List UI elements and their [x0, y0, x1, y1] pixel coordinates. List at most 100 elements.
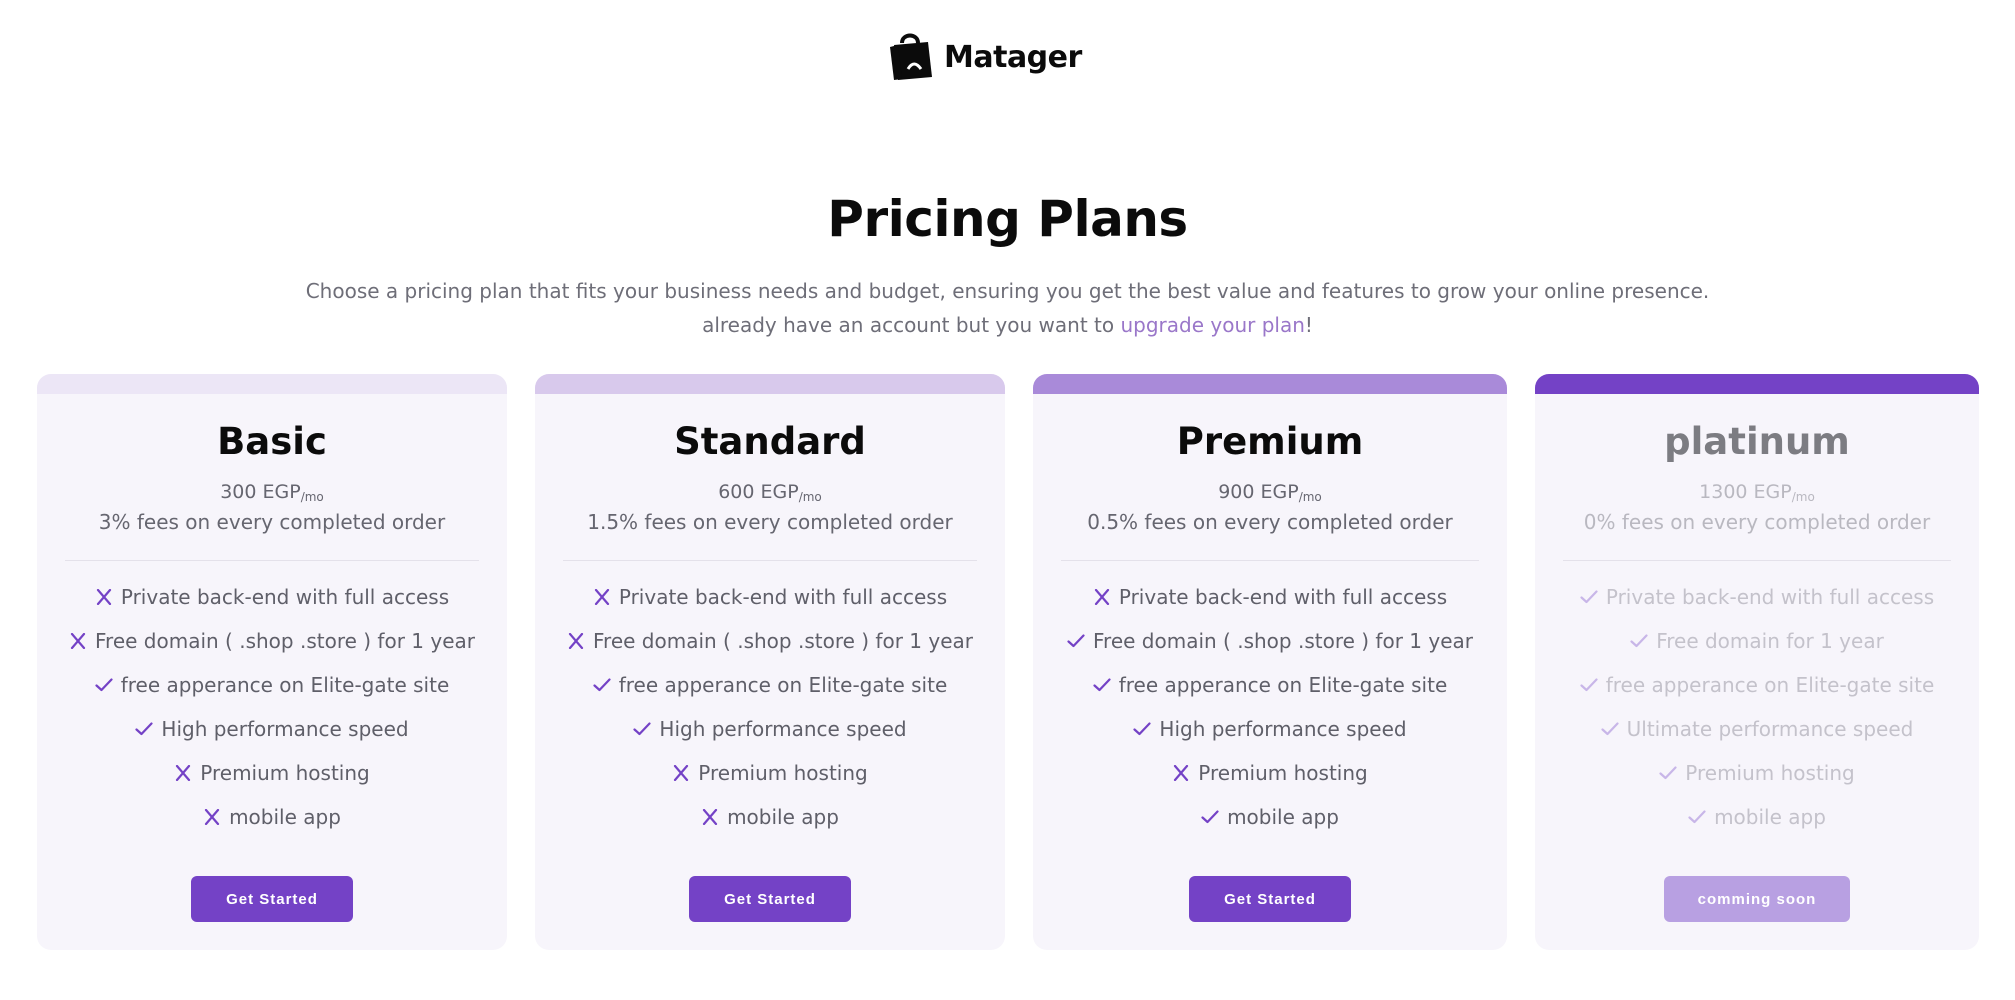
feature-item: High performance speed — [37, 707, 507, 751]
x-icon — [95, 588, 113, 606]
plan-name: Standard — [674, 420, 866, 463]
check-icon — [135, 720, 154, 738]
plan-card-band — [535, 374, 1005, 394]
plan-divider — [563, 560, 977, 561]
subtitle-line-2: already have an account but you want to … — [0, 308, 2015, 342]
plan-price-period: /mo — [300, 490, 324, 504]
feature-text: High performance speed — [659, 717, 907, 741]
feature-item: mobile app — [37, 795, 507, 839]
feature-text: Premium hosting — [200, 761, 370, 785]
check-icon — [1659, 764, 1677, 782]
plan-price-amount: 900 EGP — [1218, 481, 1299, 503]
feature-text: Premium hosting — [1198, 761, 1368, 785]
plan-card-standard: Standard 600 EGP/mo 1.5% fees on every c… — [535, 374, 1005, 950]
feature-text: mobile app — [229, 805, 341, 829]
feature-text: Private back-end with full access — [1118, 585, 1448, 609]
feature-item: mobile app — [1535, 795, 1979, 839]
feature-text: Free domain ( .shop .store ) for 1 year — [1093, 629, 1473, 653]
plan-card-platinum: platinum 1300 EGP/mo 0% fees on every co… — [1535, 374, 1979, 950]
subtitle-line-1: Choose a pricing plan that fits your bus… — [305, 279, 1710, 303]
feature-item: Private back-end with full access — [535, 575, 1005, 619]
x-icon — [203, 808, 221, 826]
plan-price: 300 EGP/mo — [37, 481, 507, 504]
feature-text: Free domain for 1 year — [1656, 629, 1884, 653]
plan-price-amount: 300 EGP — [220, 481, 301, 503]
plan-price-amount: 1300 EGP — [1699, 481, 1792, 503]
plan-card-basic: Basic 300 EGP/mo 3% fees on every comple… — [37, 374, 507, 950]
feature-item: free apperance on Elite-gate site — [37, 663, 507, 707]
plan-divider — [1061, 560, 1479, 561]
get-started-button-premium[interactable]: Get Started — [1189, 876, 1351, 922]
upgrade-plan-link[interactable]: upgrade your plan — [1120, 313, 1304, 337]
plan-divider — [65, 560, 479, 561]
plan-fees: 0.5% fees on every completed order — [1087, 510, 1453, 534]
plan-card-band — [1535, 374, 1979, 394]
check-icon — [1580, 676, 1598, 694]
check-icon — [1601, 720, 1619, 738]
feature-text: Private back-end with full access — [618, 585, 948, 609]
plan-card-band — [1033, 374, 1507, 394]
plan-name: Basic — [217, 420, 327, 463]
plan-card-band — [37, 374, 507, 394]
plan-price-period: /mo — [1791, 490, 1815, 504]
feature-item: Premium hosting — [535, 751, 1005, 795]
x-icon — [567, 632, 585, 650]
check-icon — [1630, 632, 1648, 650]
feature-text: Premium hosting — [1685, 761, 1855, 785]
subtitle-line-2-suffix: ! — [1304, 313, 1313, 337]
check-icon — [1688, 808, 1706, 826]
feature-text: High performance speed — [161, 717, 409, 741]
feature-item: Private back-end with full access — [1033, 575, 1507, 619]
feature-text: Premium hosting — [698, 761, 868, 785]
feature-text: Free domain ( .shop .store ) for 1 year — [593, 629, 973, 653]
check-icon — [95, 676, 113, 694]
x-icon — [672, 764, 690, 782]
plan-price-amount: 600 EGP — [718, 481, 799, 503]
plan-price: 600 EGP/mo — [535, 481, 1005, 504]
feature-item: Free domain ( .shop .store ) for 1 year — [37, 619, 507, 663]
feature-item: Free domain ( .shop .store ) for 1 year — [1033, 619, 1507, 663]
feature-item: Premium hosting — [1535, 751, 1979, 795]
x-icon — [174, 764, 192, 782]
feature-item: Premium hosting — [37, 751, 507, 795]
feature-text: mobile app — [727, 805, 839, 829]
check-icon — [1133, 720, 1152, 738]
plan-price-period: /mo — [1298, 490, 1322, 504]
x-icon — [701, 808, 719, 826]
check-icon — [593, 676, 611, 694]
feature-text: mobile app — [1227, 805, 1339, 829]
plan-fees: 1.5% fees on every completed order — [587, 510, 953, 534]
feature-item: free apperance on Elite-gate site — [1033, 663, 1507, 707]
check-icon — [1580, 588, 1598, 606]
brand-logo[interactable]: Matager — [888, 28, 1128, 86]
plan-fees: 3% fees on every completed order — [98, 510, 446, 534]
plan-price-period: /mo — [798, 490, 822, 504]
coming-soon-button-platinum[interactable]: comming soon — [1664, 876, 1850, 922]
feature-text: Ultimate performance speed — [1626, 717, 1914, 741]
plan-features: Private back-end with full access Free d… — [1535, 575, 1979, 839]
page-title: Pricing Plans — [827, 190, 1188, 248]
feature-item: Free domain ( .shop .store ) for 1 year — [535, 619, 1005, 663]
plan-features: Private back-end with full access Free d… — [1033, 575, 1507, 839]
brand-name: Matager — [944, 39, 1082, 75]
plan-features: Private back-end with full access Free d… — [535, 575, 1005, 839]
x-icon — [69, 632, 87, 650]
check-icon — [1067, 632, 1085, 650]
feature-text: Private back-end with full access — [1605, 585, 1935, 609]
feature-text: Private back-end with full access — [120, 585, 450, 609]
feature-item: High performance speed — [1033, 707, 1507, 751]
feature-item: free apperance on Elite-gate site — [535, 663, 1005, 707]
feature-text: free apperance on Elite-gate site — [1118, 673, 1448, 697]
feature-item: Private back-end with full access — [1535, 575, 1979, 619]
get-started-button-standard[interactable]: Get Started — [689, 876, 851, 922]
feature-item: High performance speed — [535, 707, 1005, 751]
feature-item: mobile app — [1033, 795, 1507, 839]
x-icon — [1172, 764, 1190, 782]
plan-name: Premium — [1176, 420, 1364, 463]
feature-item: mobile app — [535, 795, 1005, 839]
feature-item: Ultimate performance speed — [1535, 707, 1979, 751]
get-started-button-basic[interactable]: Get Started — [191, 876, 353, 922]
feature-text: free apperance on Elite-gate site — [618, 673, 948, 697]
feature-item: Private back-end with full access — [37, 575, 507, 619]
shopping-bag-icon — [888, 29, 934, 85]
